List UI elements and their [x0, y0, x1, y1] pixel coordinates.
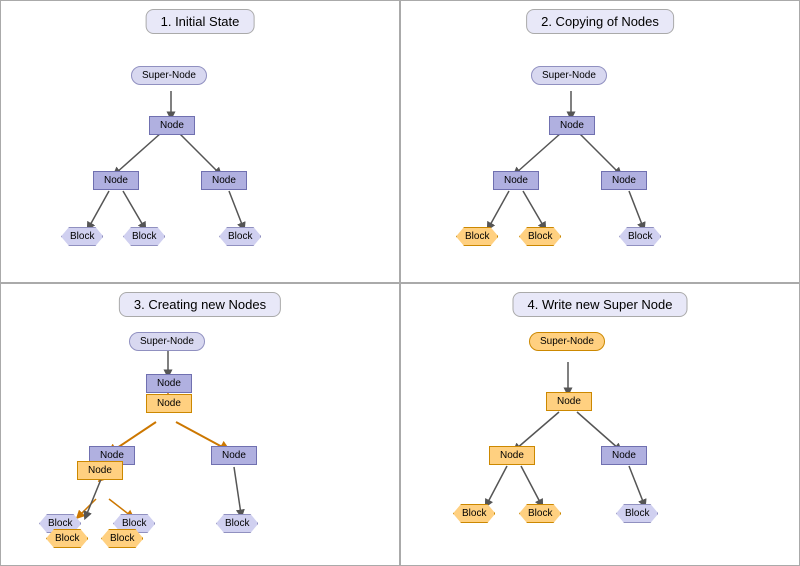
title-q1: 1. Initial State [146, 9, 255, 34]
supernode-q2: Super-Node [531, 66, 607, 85]
block-q4-1: Block [453, 504, 495, 523]
quadrant-1: 1. Initial State Super-Node Node Nod [0, 0, 400, 283]
quadrant-3: 3. Creating new Nodes [0, 283, 400, 566]
supernode-q4: Super-Node [529, 332, 605, 351]
title-q3: 3. Creating new Nodes [119, 292, 281, 317]
node-q2-right: Node [601, 171, 647, 190]
node-q2-left: Node [493, 171, 539, 190]
block-q2-3: Block [619, 227, 661, 246]
block-q3-1-orange: Block [46, 529, 88, 548]
node-q4-top: Node [546, 392, 592, 411]
block-q3-3: Block [216, 514, 258, 533]
quadrant-4: 4. Write new Super Node Super-Node Node … [400, 283, 800, 566]
block-q2-1: Block [456, 227, 498, 246]
title-q2: 2. Copying of Nodes [526, 9, 674, 34]
node-q1-right: Node [201, 171, 247, 190]
node-q3-right: Node [211, 446, 257, 465]
supernode-q1: Super-Node [131, 66, 207, 85]
block-q3-2-orange: Block [101, 529, 143, 548]
node-q1-left: Node [93, 171, 139, 190]
quadrant-2: 2. Copying of Nodes Super-Node Node Node… [400, 0, 800, 283]
arrows-q4 [401, 284, 799, 565]
node-q4-left: Node [489, 446, 535, 465]
block-q4-2: Block [519, 504, 561, 523]
block-q4-3: Block [616, 504, 658, 523]
node-q3-top-orange: Node [146, 394, 192, 413]
block-q2-2: Block [519, 227, 561, 246]
block-q1-2: Block [123, 227, 165, 246]
title-q4: 4. Write new Super Node [513, 292, 688, 317]
block-q1-3: Block [219, 227, 261, 246]
node-q3-top-blue: Node [146, 374, 192, 393]
main-grid: 1. Initial State Super-Node Node Nod [0, 0, 800, 566]
block-q1-1: Block [61, 227, 103, 246]
arrows-q1 [1, 1, 399, 282]
node-q2-top: Node [549, 116, 595, 135]
node-q3-left-orange: Node [77, 461, 123, 480]
node-q4-right: Node [601, 446, 647, 465]
supernode-q3: Super-Node [129, 332, 205, 351]
node-q1-top: Node [149, 116, 195, 135]
